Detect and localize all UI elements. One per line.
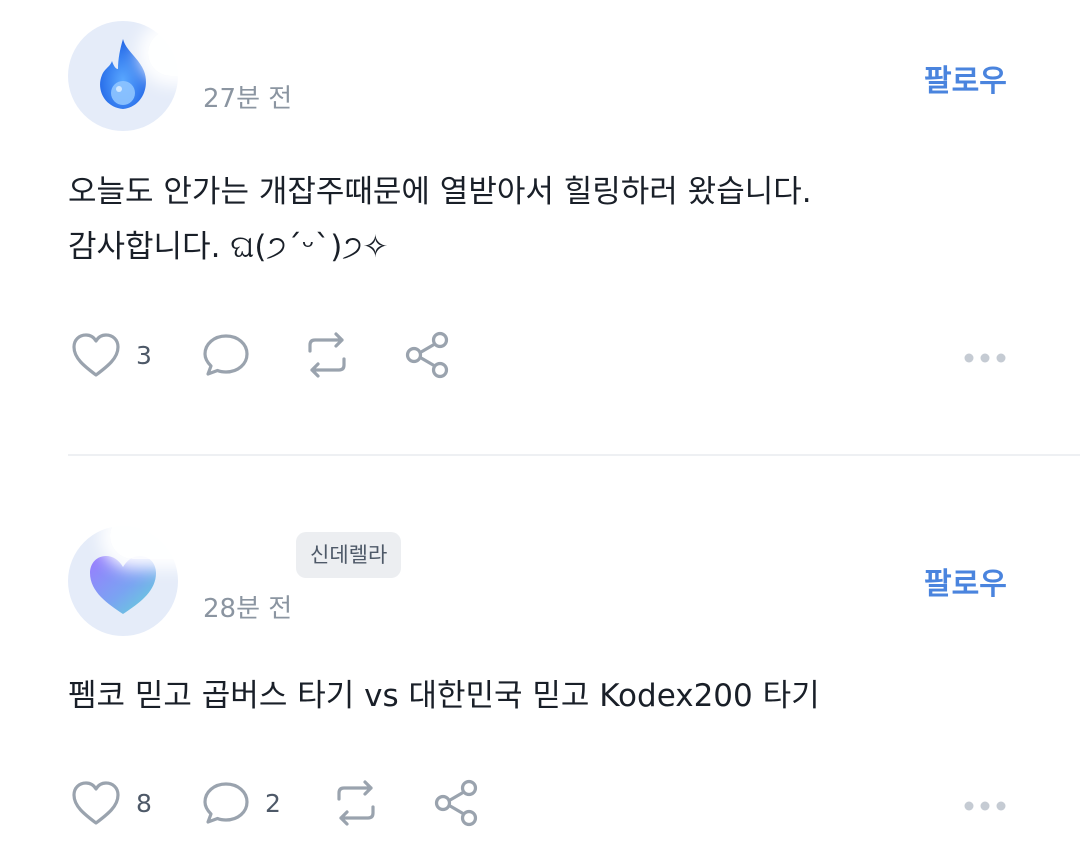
more-icon [964,801,1006,811]
like-button[interactable]: 3 [70,325,152,385]
more-icon [964,353,1006,363]
more-options-button[interactable] [960,787,1010,817]
post-body-line: 펨코 믿고 곱버스 타기 vs 대한민국 믿고 Kodex200 타기 [68,678,820,714]
follow-button[interactable]: 팔로우 [924,56,1007,100]
comment-icon [203,334,249,376]
heart-icon [72,333,120,377]
more-options-button[interactable] [960,339,1010,369]
post-body: 오늘도 안가는 개잡주때문에 열받아서 힐링하러 왔습니다. 감사합니다. ଘ(… [68,165,1028,275]
like-count: 3 [136,340,152,370]
repost-icon [337,780,375,826]
action-bar: 3 [0,325,1080,385]
post-card: 신데렐라 28분 전 팔로우 펨코 믿고 곱버스 타기 vs 대한민국 믿고 K… [0,455,1080,852]
post-body-line: 감사합니다. ଘ(੭ˊᵕˋ)੭✧ [68,229,389,265]
share-button[interactable] [402,325,454,385]
like-button[interactable]: 8 [70,773,152,833]
share-button[interactable] [431,773,483,833]
repost-button[interactable] [298,325,356,385]
comment-button[interactable]: 2 [201,773,281,833]
share-icon [434,779,478,827]
post-card: 27분 전 팔로우 오늘도 안가는 개잡주때문에 열받아서 힐링하러 왔습니다.… [0,0,1080,454]
repost-button[interactable] [327,773,385,833]
comment-count: 2 [265,788,281,818]
follow-button[interactable]: 팔로우 [924,559,1007,603]
username-blurred [110,513,306,559]
comment-button[interactable] [201,325,251,385]
share-icon [405,331,449,379]
post-body: 펨코 믿고 곱버스 타기 vs 대한민국 믿고 Kodex200 타기 [68,669,1028,724]
user-badge: 신데렐라 [296,532,402,578]
comment-icon [203,782,249,824]
repost-icon [308,332,346,378]
username-blurred [148,30,334,76]
post-body-line: 오늘도 안가는 개잡주때문에 열받아서 힐링하러 왔습니다. [68,174,812,210]
post-time: 28분 전 [203,594,293,624]
action-bar: 8 2 [0,773,1080,833]
like-count: 8 [136,788,152,818]
heart-icon [72,781,120,825]
post-time: 27분 전 [203,84,293,114]
